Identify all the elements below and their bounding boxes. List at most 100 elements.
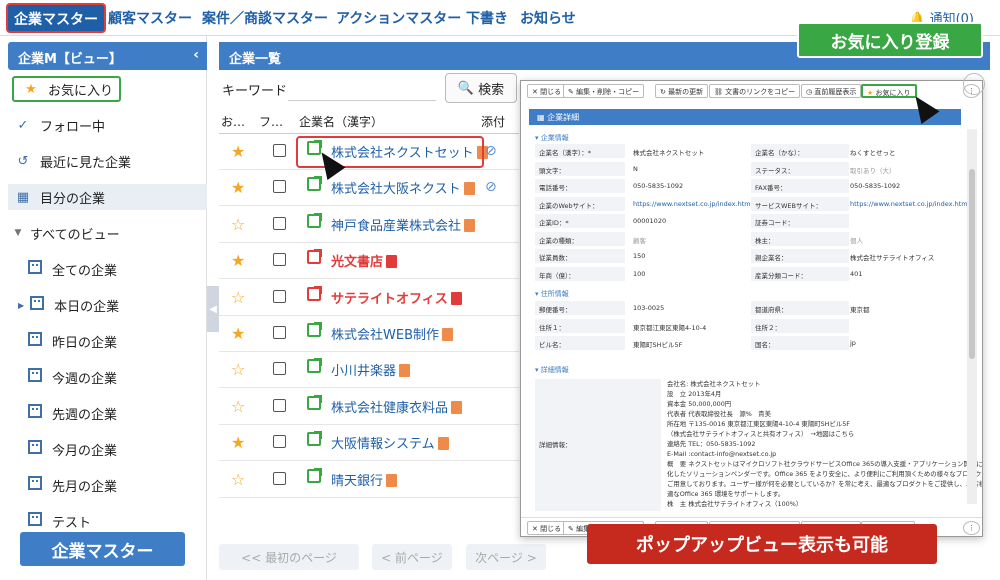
company-name-link[interactable]: 神戸食品産業株式会社 bbox=[331, 215, 476, 234]
table-row[interactable]: ★ 大阪情報システム bbox=[219, 425, 519, 462]
column-header-company-name[interactable]: 企業名（漢字） bbox=[299, 113, 383, 130]
field-value[interactable]: N bbox=[633, 165, 638, 173]
tab-company-master[interactable]: 企業マスター bbox=[6, 3, 106, 33]
chevron-left-icon[interactable]: ‹ bbox=[193, 47, 199, 63]
sidebar-item-all-views[interactable]: ▼ すべてのビュー bbox=[12, 220, 120, 246]
company-name-link[interactable]: 光文書店 bbox=[331, 251, 398, 270]
popup-copy-link-button[interactable]: ⛓ 文書のリンクをコピー bbox=[709, 84, 801, 98]
company-name-link[interactable]: サテライトオフィス bbox=[331, 288, 462, 307]
star-outline-icon[interactable]: ☆ bbox=[231, 397, 245, 416]
paperclip-icon[interactable]: ⊘ bbox=[485, 143, 497, 159]
sidebar-item-last-month[interactable]: 先月の企業 bbox=[24, 472, 117, 498]
company-name-link[interactable]: 小川井楽器 bbox=[331, 360, 411, 379]
sidebar-item-recent[interactable]: ↺ 最近に見た企業 bbox=[12, 148, 131, 174]
table-row[interactable]: ☆ 晴天銀行 bbox=[219, 462, 519, 498]
tab-customer-master[interactable]: 顧客マスター bbox=[108, 8, 192, 28]
field-value[interactable]: 00001020 bbox=[633, 217, 666, 225]
sidebar-item-following[interactable]: ✓ フォロー中 bbox=[12, 112, 105, 138]
sidebar-item-today[interactable]: ▶ 本日の企業 bbox=[18, 292, 119, 318]
popup-close-button-bottom[interactable]: ✕ 閉じる bbox=[527, 521, 567, 535]
star-outline-icon[interactable]: ☆ bbox=[231, 360, 245, 379]
follow-checkbox[interactable] bbox=[273, 471, 286, 485]
star-filled-icon[interactable]: ★ bbox=[231, 142, 245, 161]
table-row[interactable]: ☆ 神戸食品産業株式会社 bbox=[219, 207, 519, 243]
field-value[interactable]: 東陽町SHビル5F bbox=[633, 339, 682, 349]
sidebar-item-my-companies[interactable]: ▦ 目分の企業 bbox=[8, 184, 207, 210]
field-value[interactable]: 東京都 bbox=[850, 304, 870, 314]
follow-checkbox[interactable] bbox=[273, 253, 286, 267]
field-value[interactable]: 株式会社ネクストセット bbox=[633, 147, 704, 157]
follow-checkbox[interactable] bbox=[273, 435, 286, 449]
field-value[interactable]: 050-5835-1092 bbox=[850, 182, 900, 190]
tab-drafts[interactable]: 下書き bbox=[466, 8, 508, 28]
popup-edit-button[interactable]: ✎ 編集・削除・コピー bbox=[563, 84, 645, 98]
sidebar-item-this-month[interactable]: 今月の企業 bbox=[24, 436, 117, 462]
company-name-link[interactable]: 株式会社大阪ネクスト bbox=[331, 178, 475, 197]
popup-more-button-bottom[interactable]: ⋮ bbox=[963, 521, 980, 535]
star-filled-icon[interactable]: ★ bbox=[231, 178, 245, 197]
company-name-link[interactable]: 株式会社健康衣料品 bbox=[331, 397, 463, 416]
field-value[interactable]: 150 bbox=[633, 252, 645, 260]
follow-checkbox[interactable] bbox=[273, 216, 286, 230]
external-link-icon[interactable] bbox=[307, 176, 322, 192]
next-page-button[interactable]: 次ページ > bbox=[466, 544, 546, 570]
popup-scrollbar[interactable] bbox=[967, 129, 977, 504]
field-value[interactable]: https://www.nextset.co.jp/index.html bbox=[633, 200, 752, 208]
sidebar-item-yesterday[interactable]: 昨日の企業 bbox=[24, 328, 117, 354]
sidebar-item-last-week[interactable]: 先週の企業 bbox=[24, 400, 117, 426]
search-button[interactable]: 🔍 検索 bbox=[445, 73, 517, 103]
popup-history-button[interactable]: ◷ 直前履歴表示 bbox=[801, 84, 862, 98]
column-header-follow[interactable]: フ… bbox=[259, 113, 283, 130]
sidebar-item-all-companies[interactable]: 全ての企業 bbox=[24, 256, 117, 282]
field-value[interactable]: ねくすとせっと bbox=[850, 147, 896, 157]
tab-action-master[interactable]: アクションマスター bbox=[336, 8, 461, 28]
follow-checkbox[interactable] bbox=[273, 289, 286, 303]
sidebar-item-this-week[interactable]: 今週の企業 bbox=[24, 364, 117, 390]
table-row[interactable]: ★ 光文書店 bbox=[219, 243, 519, 280]
sidebar-item-test[interactable]: テスト bbox=[24, 508, 91, 534]
star-outline-icon[interactable]: ☆ bbox=[231, 215, 245, 234]
star-outline-icon[interactable]: ☆ bbox=[231, 288, 245, 307]
external-link-icon[interactable] bbox=[307, 212, 322, 228]
table-row[interactable]: ☆ サテライトオフィス bbox=[219, 280, 519, 316]
sidebar-item-favorites[interactable]: ★ お気に入り bbox=[12, 76, 122, 102]
external-link-icon[interactable] bbox=[307, 394, 322, 410]
section-company-info[interactable]: ▾ 企業情報 bbox=[535, 133, 569, 143]
follow-checkbox[interactable] bbox=[273, 180, 286, 194]
column-header-attachment[interactable]: 添付 bbox=[481, 113, 505, 130]
star-filled-icon[interactable]: ★ bbox=[231, 324, 245, 343]
table-row[interactable]: ☆ 小川井楽器 bbox=[219, 352, 519, 389]
star-outline-icon[interactable]: ☆ bbox=[231, 470, 245, 489]
section-detail-info[interactable]: ▾ 詳細情報 bbox=[535, 365, 569, 375]
collapse-sidebar-handle[interactable]: ◀ bbox=[207, 286, 219, 332]
field-value[interactable]: 顧客 bbox=[633, 235, 646, 245]
section-address-info[interactable]: ▾ 住所情報 bbox=[535, 289, 569, 299]
field-value[interactable]: 100 bbox=[633, 270, 645, 278]
prev-page-button[interactable]: < 前ページ bbox=[372, 544, 452, 570]
paperclip-icon[interactable]: ⊘ bbox=[485, 179, 497, 195]
external-link-icon[interactable] bbox=[307, 431, 322, 447]
external-link-icon[interactable] bbox=[307, 249, 322, 265]
field-value[interactable]: 株式会社サテライトオフィス bbox=[850, 252, 934, 262]
field-value[interactable]: 401 bbox=[850, 270, 862, 278]
field-value[interactable]: 個人 bbox=[850, 235, 863, 245]
field-value[interactable]: https://www.nextset.co.jp/index.html bbox=[850, 200, 969, 208]
field-value[interactable]: jp bbox=[850, 339, 856, 347]
table-row[interactable]: ★ 株式会社WEB制作 bbox=[219, 316, 519, 352]
field-value[interactable]: 103-0025 bbox=[633, 304, 664, 312]
popup-close-button[interactable]: ✕ 閉じる bbox=[527, 84, 567, 98]
more-options-button[interactable] bbox=[963, 73, 985, 95]
popup-favorite-button[interactable]: ★ お気に入り bbox=[861, 84, 917, 98]
tab-notices[interactable]: お知らせ bbox=[520, 8, 576, 28]
company-name-link[interactable]: 大阪情報システム bbox=[331, 433, 449, 452]
company-name-link[interactable]: 晴天銀行 bbox=[331, 470, 398, 489]
column-header-favorite[interactable]: お… bbox=[221, 113, 245, 130]
table-row[interactable]: ☆ 株式会社健康衣料品 bbox=[219, 389, 519, 425]
external-link-icon[interactable] bbox=[307, 322, 322, 337]
tab-deal-master[interactable]: 案件／商談マスター bbox=[202, 8, 328, 28]
table-row[interactable]: ★ 株式会社大阪ネクスト ⊘ bbox=[219, 170, 519, 207]
popup-refresh-button[interactable]: ↻ 最新の更新 bbox=[655, 84, 709, 98]
field-value[interactable]: 東京都江東区東陽4-10-4 bbox=[633, 322, 706, 332]
follow-checkbox[interactable] bbox=[273, 144, 286, 157]
company-name-link[interactable]: 株式会社WEB制作 bbox=[331, 324, 453, 343]
